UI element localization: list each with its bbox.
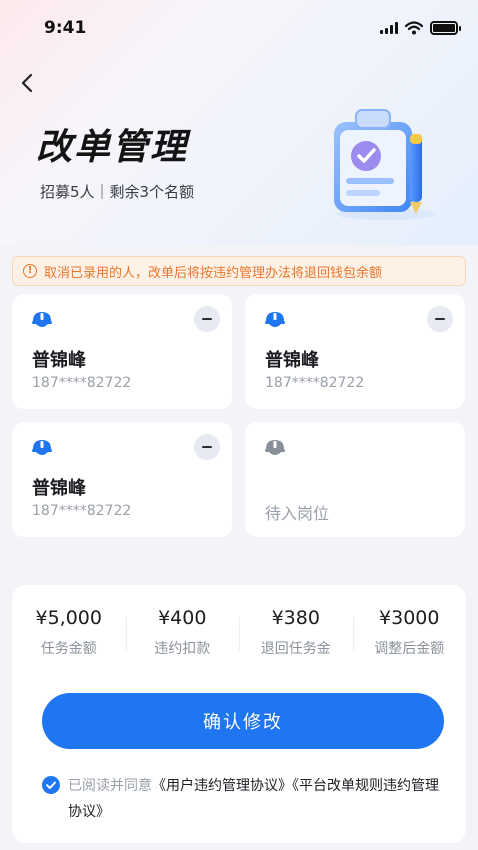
amount-value: ¥380 [271,607,320,629]
worker-phone: 187****82722 [265,375,365,391]
amount-label: 调整后金额 [374,641,445,657]
amount-breakdown: ¥5,000 任务金额 ¥400 违约扣款 ¥380 退回任务金 ¥3000 调… [12,607,466,663]
worker-card: 普锦峰 187****82722 [245,294,465,409]
cancel-warning-banner: ! 取消已录用的人，改单后将按违约管理办法将退回钱包余额 [12,256,466,286]
back-button[interactable] [14,68,42,98]
helmet-icon [265,440,285,455]
amount-label: 退回任务金 [260,641,331,657]
signal-icon [380,22,398,34]
amount-value: ¥5,000 [35,607,102,629]
agreement: 已阅读并同意《用户违约管理协议》《平台改单规则违约管理协议》 [42,773,452,825]
check-icon [46,781,56,789]
worker-name: 普锦峰 [265,350,319,371]
refund-amount: ¥380 退回任务金 [239,607,353,663]
worker-phone: 187****82722 [32,375,132,391]
helmet-icon [265,312,285,327]
penalty-amount: ¥400 违约扣款 [125,607,240,663]
amount-value: ¥400 [158,607,207,629]
remove-worker-button[interactable] [194,434,220,460]
amount-value: ¥3000 [379,607,440,629]
helmet-icon [32,440,52,455]
task-amount: ¥5,000 任务金额 [12,607,126,663]
remove-worker-button[interactable] [427,306,453,332]
agree-checkbox[interactable] [42,776,60,794]
status-bar: 9:41 [0,0,478,56]
settlement-summary: ¥5,000 任务金额 ¥400 违约扣款 ¥380 退回任务金 ¥3000 调… [12,585,466,843]
agreement-prefix: 已阅读并同意 [68,778,152,794]
amount-label: 任务金额 [40,641,97,657]
worker-card: 普锦峰 187****82722 [12,294,232,409]
recruit-status: 招募5人｜剩余3个名额 [40,183,195,201]
worker-name: 普锦峰 [32,350,86,371]
chevron-left-icon [21,73,33,93]
wifi-icon [405,21,423,35]
remove-worker-button[interactable] [194,306,220,332]
pending-slot-card: 待入岗位 [245,422,465,537]
pending-slot-text: 待入岗位 [265,504,330,523]
amount-label: 违约扣款 [154,641,211,657]
status-time: 9:41 [44,18,87,38]
helmet-icon [32,312,52,327]
worker-name: 普锦峰 [32,478,86,499]
status-icons [380,20,461,36]
cancel-warning-text: 取消已录用的人，改单后将按违约管理办法将退回钱包余额 [44,265,383,281]
page-title: 改单管理 [36,127,189,168]
adjusted-amount: ¥3000 调整后金额 [352,607,467,663]
info-icon: ! [23,264,37,278]
worker-phone: 187****82722 [32,503,132,519]
confirm-button[interactable]: 确认修改 [42,693,444,749]
clipboard-illustration [334,109,436,220]
battery-icon [430,21,461,35]
worker-card: 普锦峰 187****82722 [12,422,232,537]
user-breach-agreement-link[interactable]: 《用户违约管理协议》 [152,778,292,794]
